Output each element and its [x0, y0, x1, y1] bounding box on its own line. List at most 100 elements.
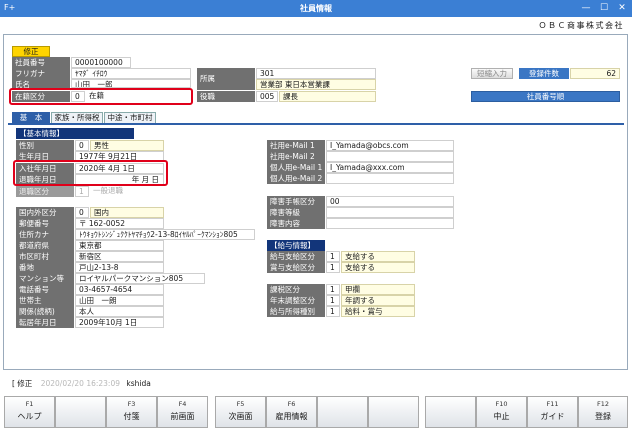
function-key-bar: F1 ヘルプ F3 付箋 F4 前画面 F5 次画面 F6 雇用情報 F10 中止 F11 ガ… — [4, 396, 628, 430]
title-code-field[interactable]: 005 — [256, 91, 278, 102]
disability-book-label: 障害手帳区分 — [267, 196, 325, 207]
street-label: 番地 — [16, 262, 74, 273]
gender-code-field[interactable]: 0 — [75, 140, 89, 151]
income-type-label: 給与所得種別 — [267, 306, 325, 317]
company-mail1-label: 社用e-Mail 1 — [267, 140, 325, 151]
f10-cancel-button[interactable]: F10 中止 — [476, 396, 527, 428]
pay-code-field[interactable]: 1 — [326, 251, 340, 262]
tax-value: 甲欄 — [341, 284, 415, 295]
maximize-icon[interactable]: ☐ — [596, 1, 612, 15]
short-input-button[interactable]: 短縮入力 — [471, 68, 513, 79]
count-value: 62 — [570, 68, 620, 79]
count-label: 登録件数 — [519, 68, 569, 79]
relation-label: 関係(続柄) — [16, 306, 74, 317]
gender-label: 性別 — [16, 140, 74, 151]
f5-next-screen-button[interactable]: F5 次画面 — [215, 396, 266, 428]
relation-field[interactable]: 本人 — [75, 306, 164, 317]
phone-field[interactable]: 03-4657-4654 — [75, 284, 164, 295]
city-label: 市区町村 — [16, 251, 74, 262]
street-field[interactable]: 戸山2-13-8 — [75, 262, 164, 273]
f6-employment-button[interactable]: F6 雇用情報 — [266, 396, 317, 428]
income-type-code-field[interactable]: 1 — [326, 306, 340, 317]
income-type-value: 給料・賞与 — [341, 306, 415, 317]
zip-label: 郵便番号 — [16, 218, 74, 229]
company-mail2-field[interactable] — [326, 151, 454, 162]
minimize-icon[interactable]: — — [578, 1, 594, 15]
country-value: 国内 — [90, 207, 164, 218]
employee-no-field[interactable]: 0000100000 — [71, 57, 131, 68]
yearend-label: 年末調整区分 — [267, 295, 325, 306]
pref-field[interactable]: 東京都 — [75, 240, 164, 251]
company-mail2-label: 社用e-Mail 2 — [267, 151, 325, 162]
city-field[interactable]: 新宿区 — [75, 251, 164, 262]
tax-label: 課税区分 — [267, 284, 325, 295]
furigana-field[interactable]: ﾔﾏﾀﾞ ｲﾁﾛｳ — [71, 68, 191, 79]
disability-detail-field[interactable] — [326, 218, 454, 229]
f3-sticky-button[interactable]: F3 付箋 — [106, 396, 157, 428]
disability-grade-field[interactable] — [326, 207, 454, 218]
f7-button[interactable] — [317, 396, 368, 428]
dept-code-field[interactable]: 301 — [256, 68, 376, 79]
tab-divider — [8, 123, 624, 125]
gender-value: 男性 — [90, 140, 164, 151]
sort-order-button[interactable]: 社員番号順 — [471, 91, 620, 102]
salary-section-title: 【給与情報】 — [267, 240, 325, 251]
f8-button[interactable] — [368, 396, 419, 428]
status-timestamp: 2020/02/20 16:23:09 — [40, 379, 120, 388]
company-mail1-field[interactable]: I_Yamada@obcs.com — [326, 140, 454, 151]
f4-prev-screen-button[interactable]: F4 前画面 — [157, 396, 208, 428]
f11-guide-button[interactable]: F11 ガイド — [527, 396, 578, 428]
pay-value: 支給する — [341, 251, 415, 262]
householder-label: 世帯主 — [16, 295, 74, 306]
status-mode: [ 修正 — [12, 379, 33, 388]
kana-field[interactable]: ﾄｳｷｮｳﾄｼﾝｼﾞｭｸｸﾄﾔﾏﾁｮｳ2-13-8ﾛｲﾔﾙﾊﾟｰｸﾏﾝｼｮﾝ80… — [75, 229, 255, 240]
personal-mail2-label: 個人用e-Mail 2 — [267, 173, 325, 184]
building-field[interactable]: ロイヤルパークマンション805 — [75, 273, 205, 284]
tax-code-field[interactable]: 1 — [326, 284, 340, 295]
bonus-label: 賞与支給区分 — [267, 262, 325, 273]
yearend-value: 年調する — [341, 295, 415, 306]
window-title: 社員情報 — [300, 4, 332, 13]
personal-mail1-label: 個人用e-Mail 1 — [267, 162, 325, 173]
status-user: kshida — [126, 379, 151, 388]
title-bar: F+ 社員情報 — ☐ ✕ — [0, 0, 632, 17]
personal-mail2-field[interactable] — [326, 173, 454, 184]
highlight-status — [9, 88, 193, 105]
personal-mail1-field[interactable]: I_Yamada@xxx.com — [326, 162, 454, 173]
householder-field[interactable]: 山田 一朗 — [75, 295, 164, 306]
pref-label: 都道府県 — [16, 240, 74, 251]
pay-label: 給与支給区分 — [267, 251, 325, 262]
f9-button[interactable] — [425, 396, 476, 428]
name-field[interactable]: 山田 一郎 — [71, 79, 191, 88]
retire-reason-value: 一般退職 — [90, 186, 164, 197]
title-name: 課長 — [279, 91, 376, 102]
highlight-hire-retire — [13, 160, 168, 186]
title-label: 役職 — [197, 91, 255, 102]
disability-grade-label: 障害等級 — [267, 207, 325, 218]
f2-button[interactable] — [55, 396, 106, 428]
zip-field[interactable]: 〒 162-0052 — [75, 218, 164, 229]
dept-label: 所属 — [197, 68, 255, 90]
dept-name: 営業部 東日本営業課 — [256, 79, 376, 90]
yearend-code-field[interactable]: 1 — [326, 295, 340, 306]
bonus-code-field[interactable]: 1 — [326, 262, 340, 273]
retire-reason-label: 退職区分 — [16, 186, 74, 197]
country-label: 国内外区分 — [16, 207, 74, 218]
moved-label: 転居年月日 — [16, 317, 74, 328]
phone-label: 電話番号 — [16, 284, 74, 295]
disability-book-field[interactable]: 00 — [326, 196, 454, 207]
country-code-field[interactable]: 0 — [75, 207, 89, 218]
status-bar: [ 修正 2020/02/20 16:23:09 kshida — [12, 378, 151, 389]
moved-field[interactable]: 2009年10月 1日 — [75, 317, 164, 328]
furigana-label: フリガナ — [12, 68, 70, 79]
disability-detail-label: 障害内容 — [267, 218, 325, 229]
basic-section-title: 【基本情報】 — [16, 128, 134, 139]
kana-label: 住所カナ — [16, 229, 74, 240]
bonus-value: 支給する — [341, 262, 415, 273]
employee-no-label: 社員番号 — [12, 57, 70, 68]
close-icon[interactable]: ✕ — [614, 1, 630, 15]
mode-badge: 修正 — [12, 46, 50, 57]
f12-register-button[interactable]: F12 登録 — [578, 396, 628, 428]
f1-help-button[interactable]: F1 ヘルプ — [4, 396, 55, 428]
company-name: ＯＢＣ商事株式会社 — [538, 21, 624, 30]
